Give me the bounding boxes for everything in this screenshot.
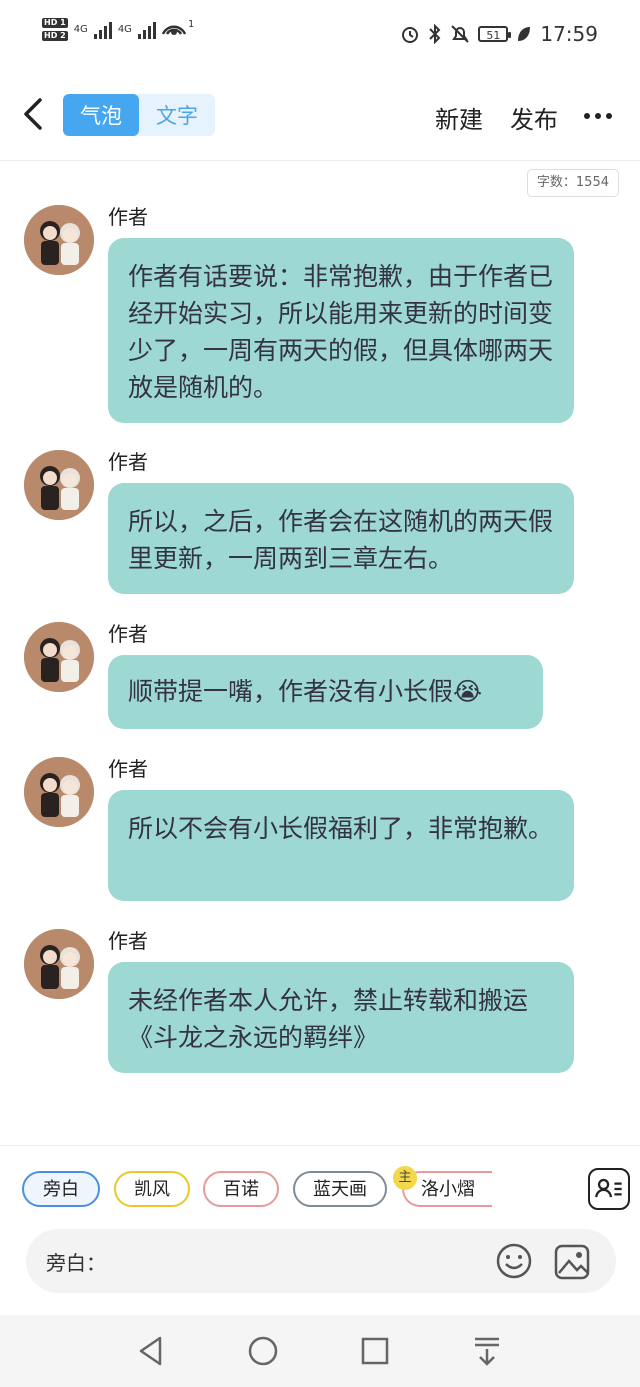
- back-arrow-icon[interactable]: [18, 94, 48, 134]
- message-bubble[interactable]: 所以不会有小长假福利了，非常抱歉。: [108, 790, 574, 901]
- role-manager-icon[interactable]: [588, 1168, 630, 1210]
- author-name: 作者: [108, 205, 148, 229]
- role-chip-bainuo[interactable]: 百诺: [203, 1171, 279, 1207]
- nav-home-icon[interactable]: [247, 1335, 279, 1367]
- nav-recents-icon[interactable]: [360, 1335, 390, 1367]
- mode-switch: 气泡 文字: [63, 94, 215, 136]
- status-right: 51 17:59: [400, 22, 598, 46]
- status-bar: HD 1 HD 2 4G 4G 1 51 17:59: [0, 0, 640, 70]
- author-name: 作者: [108, 757, 148, 781]
- message-input[interactable]: 旁白：: [26, 1229, 616, 1293]
- bluetooth-icon: [429, 24, 441, 44]
- author-avatar[interactable]: [24, 757, 94, 827]
- hd-indicators: HD 1 HD 2: [42, 18, 68, 41]
- network-type-2: 4G: [117, 24, 132, 35]
- clock: 17:59: [540, 22, 598, 46]
- emoji-icon[interactable]: [496, 1243, 532, 1279]
- author-avatar[interactable]: [24, 205, 94, 275]
- word-count-badge: 字数：1554: [526, 169, 619, 197]
- publish-button[interactable]: 发布: [510, 100, 558, 135]
- message-bubble[interactable]: 所以，之后，作者会在这随机的两天假里更新，一周两到三章左右。: [108, 483, 574, 594]
- main-role-badge: 主: [393, 1166, 417, 1190]
- leaf-icon: [518, 27, 531, 41]
- hotspot-count: 1: [187, 19, 195, 30]
- composer-panel: 旁白 凯风 百诺 蓝天画 洛小熠 主 旁白：: [0, 1145, 640, 1316]
- author-avatar[interactable]: [24, 450, 94, 520]
- role-chip-narrator[interactable]: 旁白: [22, 1171, 100, 1207]
- tab-bubble[interactable]: 气泡: [63, 94, 139, 136]
- author-avatar[interactable]: [24, 622, 94, 692]
- author-name: 作者: [108, 450, 148, 474]
- message-bubble[interactable]: 顺带提一嘴，作者没有小长假😭: [108, 655, 543, 729]
- nav-notification-pull-icon[interactable]: [472, 1335, 502, 1367]
- mute-bell-icon: [451, 25, 470, 43]
- author-avatar[interactable]: [24, 929, 94, 999]
- system-nav-bar: [0, 1315, 640, 1387]
- more-options-icon[interactable]: [584, 113, 612, 119]
- nav-back-icon[interactable]: [136, 1335, 166, 1367]
- role-chip-lantianhua[interactable]: 蓝天画: [293, 1171, 387, 1207]
- hd2-badge: HD 2: [42, 31, 68, 41]
- network-type-1: 4G: [73, 24, 88, 35]
- new-button[interactable]: 新建: [435, 100, 483, 135]
- status-left: HD 1 HD 2 4G 4G 1: [42, 18, 194, 41]
- signal-icon-2: [137, 21, 156, 39]
- message-bubble[interactable]: 未经作者本人允许，禁止转载和搬运《斗龙之永远的羁绊》: [108, 962, 574, 1073]
- author-name: 作者: [108, 929, 148, 953]
- image-icon[interactable]: [553, 1243, 591, 1281]
- author-name: 作者: [108, 622, 148, 646]
- hotspot-icon: [161, 25, 186, 35]
- alarm-icon: [402, 27, 419, 43]
- top-bar: 气泡 文字 新建 发布: [0, 70, 640, 161]
- signal-icon-1: [93, 21, 112, 39]
- hd1-badge: HD 1: [42, 18, 68, 28]
- role-chip-kaifeng[interactable]: 凯风: [114, 1171, 190, 1207]
- input-role-label: 旁白：: [46, 1251, 106, 1275]
- message-bubble[interactable]: 作者有话要说：非常抱歉，由于作者已经开始实习，所以能用来更新的时间变少了，一周有…: [108, 238, 574, 423]
- tab-text[interactable]: 文字: [139, 94, 215, 136]
- battery-icon: 51: [478, 26, 512, 42]
